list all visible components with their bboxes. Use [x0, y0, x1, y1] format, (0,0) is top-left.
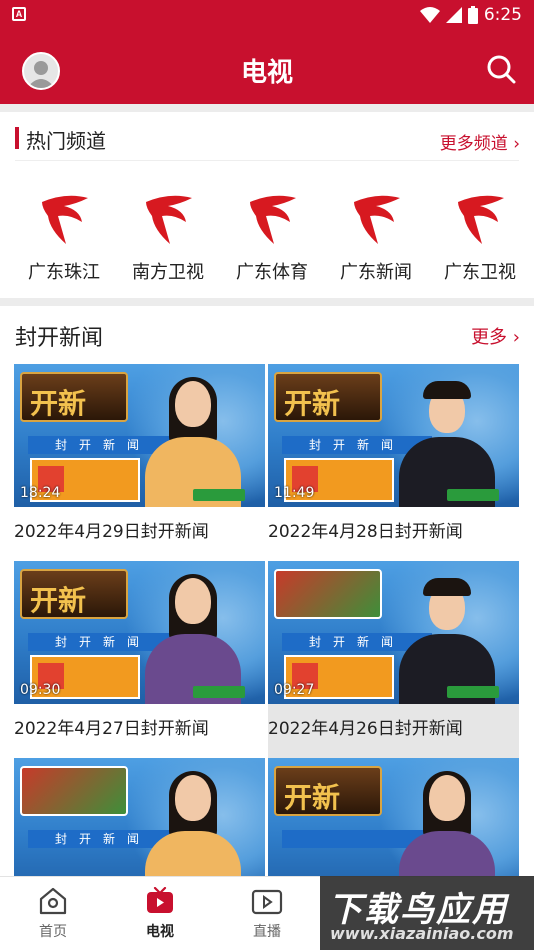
- news-title: 2022年4月26日封开新闻: [268, 719, 463, 739]
- video-duration: 18:24: [20, 485, 61, 501]
- channel-item[interactable]: 广东卫视: [428, 190, 532, 284]
- news-card[interactable]: 封开新闻 09:27 2022年4月26日封开新闻: [268, 561, 519, 758]
- video-thumbnail: 封开新闻 09:27: [268, 561, 519, 704]
- channel-name: 广东体育: [236, 262, 308, 283]
- more-news-label: 更多: [471, 327, 508, 348]
- video-thumbnail: 开新: [268, 758, 519, 876]
- program-logo: 开新: [20, 569, 128, 619]
- status-time: 6:25: [483, 5, 522, 25]
- channel-item[interactable]: 广东新闻: [324, 190, 428, 284]
- app-header: 电视: [0, 30, 534, 104]
- gdtv-logo-icon: [354, 195, 400, 244]
- news-anchor: [399, 379, 495, 507]
- section-title: 封开新闻: [15, 326, 104, 351]
- video-duration: 11:49: [274, 485, 315, 501]
- program-logo: 开新: [20, 372, 128, 422]
- program-logo: [274, 569, 382, 619]
- gdtv-logo-icon: [250, 195, 296, 244]
- news-anchor: [399, 771, 495, 876]
- channel-list: 广东珠江 南方卫视 广东体育 广东新闻 广东卫视: [12, 190, 532, 284]
- hot-channels-section: 热门频道 更多频道 › 广东珠江 南方卫视 广东体育 广东新闻 广东卫视: [0, 112, 534, 298]
- video-duration: 09:27: [274, 682, 315, 698]
- section-header: 热门频道 更多频道 ›: [0, 112, 534, 160]
- gdtv-logo-icon: [458, 195, 504, 244]
- search-icon[interactable]: [486, 54, 516, 84]
- anchor-nameplate: [193, 489, 245, 501]
- anchor-nameplate: [193, 686, 245, 698]
- channel-name: 广东卫视: [444, 262, 516, 283]
- nav-label: 电视: [146, 924, 174, 940]
- page-title: 电视: [240, 58, 293, 88]
- channel-item[interactable]: 广东珠江: [12, 190, 116, 284]
- more-news-link[interactable]: 更多 ›: [471, 323, 520, 349]
- home-icon: [39, 887, 67, 915]
- video-icon: [251, 889, 283, 915]
- status-bar: A 6:25: [0, 0, 534, 30]
- wifi-icon: [419, 7, 440, 23]
- news-title: 2022年4月27日封开新闻: [14, 719, 209, 739]
- video-thumbnail: 开新 封开新闻 11:49: [268, 364, 519, 507]
- video-thumbnail: 开新 封开新闻 18:24: [14, 364, 265, 507]
- watermark: 下载鸟应用 www.xiazainiao.com: [320, 876, 534, 950]
- gdtv-logo-icon: [146, 195, 192, 244]
- anchor-nameplate: [447, 686, 499, 698]
- chevron-right-icon: ›: [513, 134, 520, 154]
- divider: [15, 160, 519, 161]
- nav-live[interactable]: 直播: [227, 887, 307, 941]
- section-accent-bar: [15, 127, 19, 149]
- more-channels-label: 更多频道: [439, 134, 508, 154]
- signal-icon: [445, 7, 462, 23]
- program-logo: 开新: [274, 766, 382, 816]
- channel-item[interactable]: 广东体育: [220, 190, 324, 284]
- news-title: 2022年4月28日封开新闻: [268, 522, 463, 542]
- nav-tv[interactable]: 电视: [120, 887, 200, 941]
- news-card[interactable]: 开新 封开新闻 18:24 2022年4月29日封开新闻: [14, 364, 265, 542]
- watermark-url: www.xiazainiao.com: [330, 924, 514, 943]
- notification-app-icon: A: [12, 7, 26, 21]
- status-icons: 6:25: [419, 4, 522, 26]
- chevron-right-icon: ›: [512, 327, 520, 348]
- news-section: 封开新闻 更多 › 开新 封开新闻 18:24 2022年4月29日封开新闻 开…: [0, 306, 534, 876]
- news-anchor: [145, 771, 241, 876]
- news-card[interactable]: 开新: [268, 758, 519, 876]
- news-title: 2022年4月29日封开新闻: [14, 522, 209, 542]
- news-card[interactable]: 开新 封开新闻 11:49 2022年4月28日封开新闻: [268, 364, 519, 542]
- channel-name: 广东新闻: [340, 262, 412, 283]
- battery-icon: [467, 6, 478, 24]
- nav-label: 直播: [253, 924, 281, 940]
- video-thumbnail: 开新 封开新闻 09:30: [14, 561, 265, 704]
- news-anchor: [145, 574, 241, 704]
- video-thumbnail: 封开新闻: [14, 758, 265, 876]
- channel-name: 南方卫视: [132, 262, 204, 283]
- program-logo: 开新: [274, 372, 382, 422]
- program-logo: [20, 766, 128, 816]
- news-card[interactable]: 开新 封开新闻 09:30 2022年4月27日封开新闻: [14, 561, 265, 739]
- channel-item[interactable]: 南方卫视: [116, 190, 220, 284]
- section-title: 热门频道: [26, 129, 106, 153]
- video-duration: 09:30: [20, 682, 61, 698]
- gdtv-logo-icon: [42, 195, 88, 244]
- news-card[interactable]: 封开新闻: [14, 758, 265, 876]
- news-anchor: [145, 377, 241, 507]
- nav-home[interactable]: 首页: [13, 887, 93, 941]
- news-anchor: [399, 576, 495, 704]
- tv-icon: [147, 887, 173, 913]
- more-channels-link[interactable]: 更多频道 ›: [440, 129, 520, 154]
- anchor-nameplate: [447, 489, 499, 501]
- nav-label: 首页: [39, 924, 67, 940]
- channel-name: 广东珠江: [28, 262, 100, 283]
